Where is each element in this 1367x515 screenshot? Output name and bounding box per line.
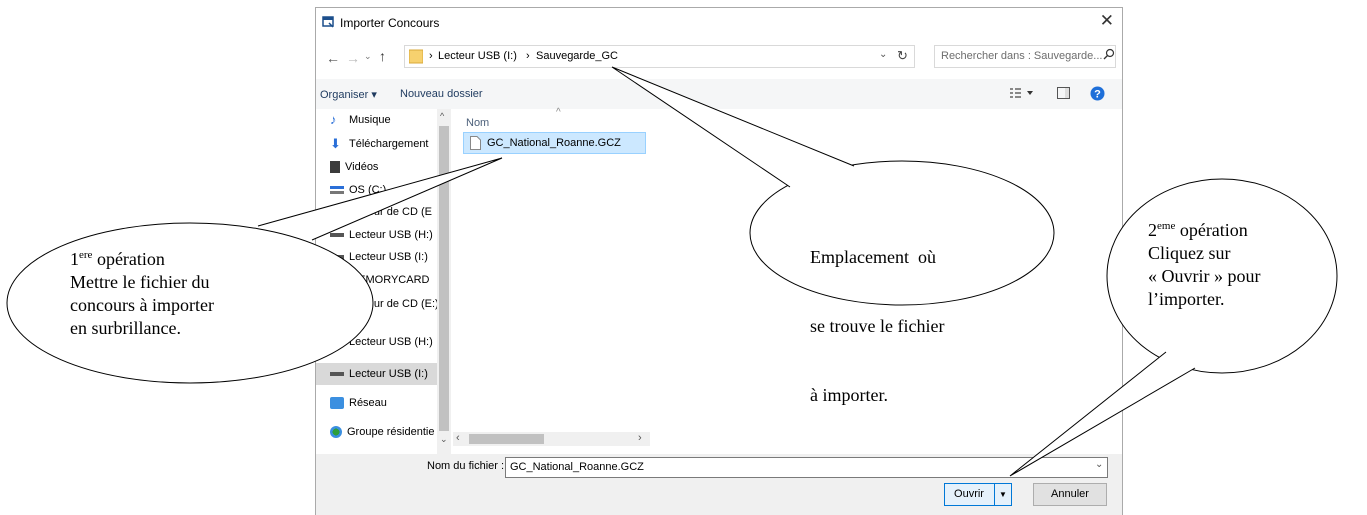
recent-chevron-icon[interactable]: ⌄	[364, 51, 372, 62]
nav-item-cd-e[interactable]: Lecteur de CD (E	[330, 201, 432, 223]
usb-drive-icon	[330, 340, 344, 345]
nav-item-usb-i-selected[interactable]: Lecteur USB (I:)	[316, 363, 437, 385]
scroll-right-icon[interactable]: ›	[638, 432, 642, 444]
callout-step2-text: 2eme opération Cliquez sur « Ouvrir » po…	[1148, 220, 1261, 309]
breadcrumb-drive[interactable]: Lecteur USB (I:)	[438, 50, 517, 62]
cd-drive-icon	[330, 298, 342, 311]
forward-arrow-icon[interactable]: →	[346, 50, 360, 66]
file-name: GC_National_Roanne.GCZ	[487, 137, 621, 149]
file-icon	[470, 136, 481, 153]
scroll-left-icon[interactable]: ‹	[456, 432, 460, 444]
nav-scrollbar-thumb[interactable]	[439, 126, 449, 431]
cancel-button[interactable]: Annuler	[1033, 483, 1107, 506]
nav-item-usb-i[interactable]: Lecteur USB (I:)	[330, 246, 428, 268]
filename-label: Nom du fichier :	[427, 460, 505, 472]
organize-menu[interactable]: Organiser ▾	[320, 88, 377, 101]
help-icon[interactable]: ?	[1090, 86, 1105, 104]
usb-drive-icon	[330, 255, 344, 260]
open-button-label: Ouvrir	[954, 488, 984, 500]
homegroup-icon	[330, 426, 342, 439]
cancel-button-label: Annuler	[1051, 488, 1089, 500]
nav-item-reseau[interactable]: Réseau	[330, 392, 387, 414]
window-title: Importer Concours	[340, 16, 440, 30]
filename-input[interactable]: GC_National_Roanne.GCZ	[505, 457, 1108, 478]
file-list-pane: Nom ^	[453, 107, 650, 454]
nav-item-memorycard[interactable]: MEMORYCARD	[330, 269, 429, 291]
app-icon	[322, 15, 335, 31]
navigation-pane: ♪ Musique ⬇ Téléchargement Vidéos OS (C:) …	[316, 109, 453, 454]
callout-step1-text: 1ere opération Mettre le fichier du conc…	[70, 249, 214, 338]
film-icon	[330, 161, 340, 174]
breadcrumb-folder[interactable]: Sauvegarde_GC	[536, 50, 618, 62]
memory-card-icon	[330, 275, 344, 285]
callout-location-text: Emplacement où se trouve le fichier à im…	[810, 247, 945, 405]
nav-item-groupe[interactable]: Groupe résidentie	[330, 421, 434, 443]
back-arrow-icon[interactable]: ←	[326, 50, 340, 66]
refresh-icon[interactable]: ↻	[897, 48, 908, 64]
address-bar[interactable]: › Lecteur USB (I:) › Sauvegarde_GC ⌄ ↻	[404, 45, 915, 68]
usb-drive-icon	[330, 372, 344, 377]
download-arrow-icon: ⬇	[330, 136, 341, 152]
windows-drive-icon	[330, 186, 344, 195]
breadcrumb-separator-icon: ›	[429, 50, 433, 62]
usb-drive-icon	[330, 233, 344, 238]
preview-pane-icon[interactable]	[1057, 87, 1070, 102]
import-dialog: Importer Concours ✕ ← → ⌄ ↑ › Lecteur US…	[315, 7, 1123, 515]
sort-up-icon: ^	[556, 107, 561, 118]
svg-text:?: ?	[1094, 89, 1101, 101]
view-options-icon[interactable]	[1010, 87, 1034, 102]
search-input[interactable]: Rechercher dans : Sauvegarde...	[934, 45, 1116, 68]
column-header-nom[interactable]: Nom	[466, 117, 489, 129]
cd-drive-icon	[330, 206, 342, 219]
music-note-icon: ♪	[330, 112, 337, 128]
up-arrow-icon[interactable]: ↑	[379, 48, 386, 64]
search-icon[interactable]	[1103, 48, 1115, 63]
filename-value: GC_National_Roanne.GCZ	[510, 461, 644, 473]
command-bar: Organiser ▾ Nouveau dossier ?	[316, 79, 1122, 109]
nav-item-telechargement[interactable]: ⬇ Téléchargement	[330, 133, 429, 155]
nav-item-musique[interactable]: ♪ Musique	[330, 109, 391, 131]
network-icon	[330, 397, 344, 410]
open-dropdown-icon[interactable]: ▼	[994, 484, 1011, 505]
filename-dropdown-icon[interactable]: ⌄	[1095, 459, 1103, 470]
nav-item-usb-h[interactable]: Lecteur USB (H:)	[330, 224, 433, 246]
scroll-up-icon[interactable]: ^	[440, 111, 444, 121]
scroll-down-icon[interactable]: ⌄	[440, 434, 448, 445]
search-placeholder: Rechercher dans : Sauvegarde...	[941, 50, 1103, 62]
file-item-selected[interactable]: GC_National_Roanne.GCZ	[463, 132, 646, 154]
address-dropdown-icon[interactable]: ⌄	[879, 49, 887, 60]
nav-item-os-c[interactable]: OS (C:)	[330, 179, 386, 201]
open-button[interactable]: Ouvrir ▼	[944, 483, 1012, 506]
file-hscrollbar-thumb[interactable]	[469, 434, 544, 444]
nav-item-videos[interactable]: Vidéos	[330, 156, 378, 178]
nav-item-usb-h-2[interactable]: Lecteur USB (H:)	[330, 331, 433, 353]
new-folder-button[interactable]: Nouveau dossier	[400, 88, 483, 100]
folder-icon	[408, 49, 424, 67]
close-icon[interactable]: ✕	[1100, 11, 1114, 31]
nav-item-cd-e-2[interactable]: Lecteur de CD (E:)	[330, 293, 439, 315]
breadcrumb-separator-icon: ›	[526, 50, 530, 62]
